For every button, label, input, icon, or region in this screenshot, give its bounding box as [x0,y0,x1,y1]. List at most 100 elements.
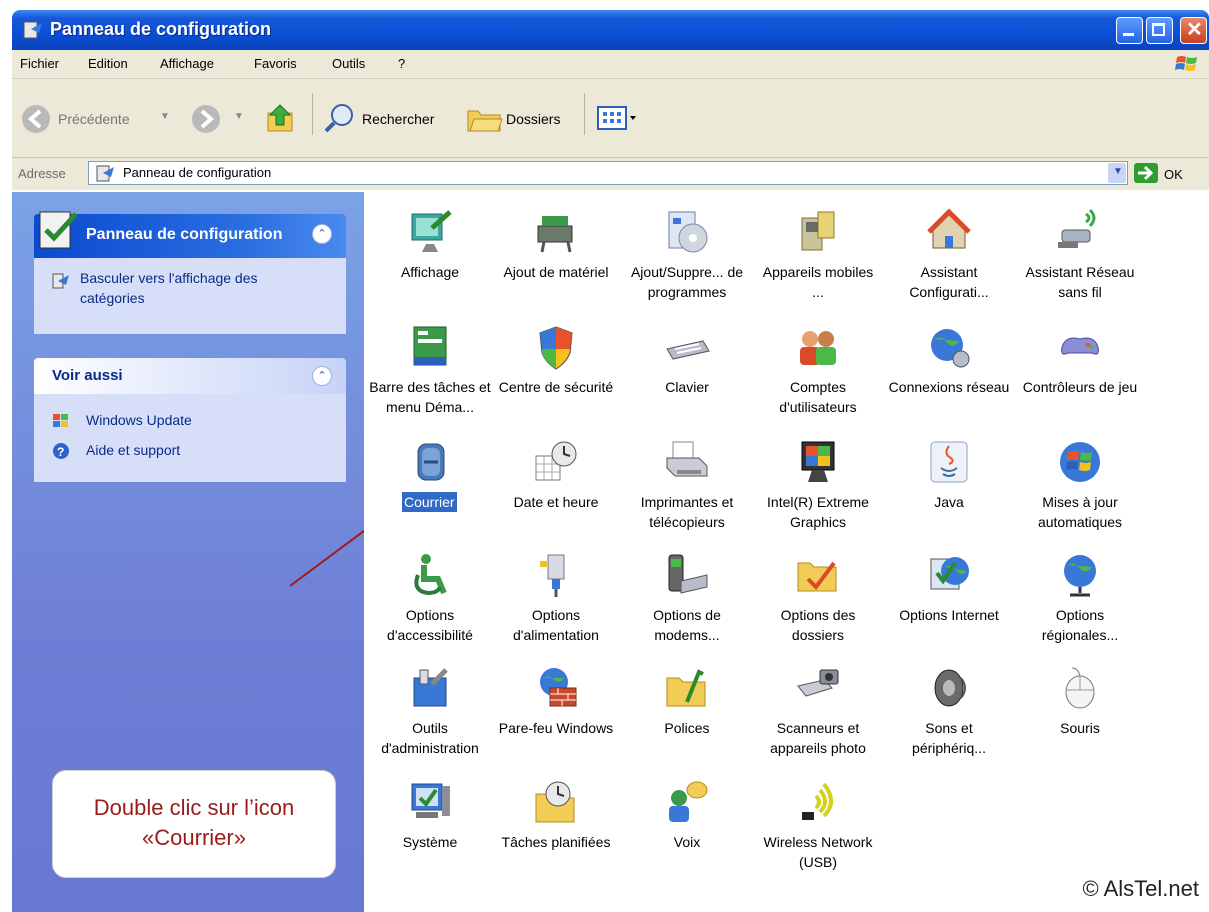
control-panel-item-label: Barre des tâches et menu Déma... [369,379,491,415]
control-panel-item[interactable]: Connexions réseau [887,315,1011,427]
address-field[interactable]: Panneau de configuration ▼ [88,161,1128,185]
forward-dropdown-icon[interactable]: ▼ [234,111,244,122]
date-time-icon [532,438,580,486]
keyboard-icon [663,323,711,371]
control-panel-item[interactable]: Assistant Configurati... [887,200,1011,312]
windows-flag-icon [1173,53,1201,75]
control-panel-item[interactable]: Intel(R) Extreme Graphics [756,430,880,542]
control-panel-item[interactable]: Sons et périphériq... [887,656,1011,768]
power-plug-icon [532,551,580,599]
search-button[interactable]: Rechercher [362,111,434,127]
add-hardware-icon [532,208,580,256]
control-panel-item[interactable]: Appareils mobiles ... [756,200,880,312]
collapse-button[interactable]: ⌃ [312,366,332,386]
address-dropdown-button[interactable]: ▼ [1108,163,1126,183]
control-panel-item-label: Contrôleurs de jeu [1022,379,1138,395]
control-panel-item[interactable]: Wireless Network (USB) [756,770,880,882]
views-icon[interactable] [596,103,640,133]
control-panel-item-label: Imprimantes et télécopieurs [640,494,734,530]
add-remove-programs-icon [663,208,711,256]
back-button[interactable]: Précédente [58,111,130,127]
wireless-wizard-icon [1056,208,1104,256]
folders-button[interactable]: Dossiers [506,111,560,127]
menu-help[interactable]: ? [398,56,405,71]
scheduled-tasks-icon [532,778,580,826]
control-panel-item[interactable]: Scanneurs et appareils photo [756,656,880,768]
chevron-down-icon: ▼ [1113,166,1123,177]
windows-update-small-icon [52,412,70,430]
switch-category-view-link[interactable]: Basculer vers l'affichage des catégories [80,268,320,308]
control-panel-icon [22,19,44,41]
explorer-window: Panneau de configuration ✕ Fichier Editi… [12,10,1209,912]
control-panel-item[interactable]: Mises à jour automatiques [1018,430,1142,542]
control-panel-item[interactable]: Options des dossiers [756,543,880,655]
panel-title: Panneau de configuration [86,226,283,243]
control-panel-item-label: Assistant Configurati... [909,264,989,300]
control-panel-item[interactable]: Contrôleurs de jeu [1018,315,1142,427]
mail-icon [406,438,454,486]
control-panel-item[interactable]: Clavier [625,315,749,427]
printer-icon [663,438,711,486]
task-pane: Panneau de configuration ⌃ Basculer vers… [12,192,364,912]
control-panel-item[interactable]: Ajout/Suppre... de programmes [625,200,749,312]
control-panel-item[interactable]: Options de modems... [625,543,749,655]
control-panel-item[interactable]: Java [887,430,1011,542]
search-icon[interactable] [322,101,356,135]
control-panel-item[interactable]: Imprimantes et télécopieurs [625,430,749,542]
menu-view[interactable]: Affichage [160,56,214,71]
folders-icon[interactable] [464,101,504,135]
maximize-button[interactable] [1146,17,1173,44]
go-button[interactable]: OK [1164,167,1183,182]
menu-tools[interactable]: Outils [332,56,365,71]
control-panel-item-label: Comptes d'utilisateurs [779,379,857,415]
speaker-icon [925,664,973,712]
control-panel-item[interactable]: Tâches planifiées [494,770,618,882]
control-panel-item[interactable]: Assistant Réseau sans fil [1018,200,1142,312]
speech-icon [663,778,711,826]
minimize-button[interactable] [1116,17,1143,44]
control-panel-item-label: Voix [673,834,701,850]
back-dropdown-icon[interactable]: ▼ [160,111,170,122]
close-button[interactable]: ✕ [1180,17,1207,44]
folder-options-icon [794,551,842,599]
menu-file[interactable]: Fichier [20,56,59,71]
control-panel-item[interactable]: Outils d'administration [368,656,492,768]
control-panel-item[interactable]: Système [368,770,492,882]
control-panel-item-label: Options de modems... [653,607,721,643]
title-bar[interactable]: Panneau de configuration ✕ [12,10,1209,50]
control-panel-item[interactable]: Pare-feu Windows [494,656,618,768]
windows-update-link[interactable]: Windows Update [86,410,192,430]
see-also-header[interactable]: Voir aussi ⌃ [34,358,346,394]
control-panel-item[interactable]: Souris [1018,656,1142,768]
back-arrow-icon[interactable] [20,103,52,135]
window-title: Panneau de configuration [50,19,272,39]
control-panel-item[interactable]: Affichage [368,200,492,312]
control-panel-item[interactable]: Comptes d'utilisateurs [756,315,880,427]
security-shield-icon [532,323,580,371]
menu-favorites[interactable]: Favoris [254,56,297,71]
menu-edit[interactable]: Edition [88,56,128,71]
collapse-button[interactable]: ⌃ [312,224,332,244]
control-panel-item[interactable]: Voix [625,770,749,882]
control-panel-item[interactable]: Options régionales... [1018,543,1142,655]
control-panel-item[interactable]: Barre des tâches et menu Déma... [368,315,492,427]
control-panel-item[interactable]: Ajout de matériel [494,200,618,312]
control-panel-item[interactable]: Polices [625,656,749,768]
control-panel-box-header[interactable]: Panneau de configuration ⌃ [34,211,346,258]
control-panel-item-label: Clavier [665,379,709,395]
control-panel-item[interactable]: Options d'alimentation [494,543,618,655]
up-folder-icon[interactable] [264,101,298,135]
help-support-link[interactable]: Aide et support [86,440,180,460]
forward-arrow-icon[interactable] [190,103,222,135]
control-panel-item[interactable]: Centre de sécurité [494,315,618,427]
control-panel-item-label: Date et heure [513,494,599,510]
svg-text:?: ? [57,445,64,459]
control-panel-item-label: Centre de sécurité [498,379,614,395]
go-arrow-icon[interactable] [1134,163,1158,183]
control-panel-item[interactable]: Options d'accessibilité [368,543,492,655]
display-icon [406,208,454,256]
control-panel-item[interactable]: Date et heure [494,430,618,542]
control-panel-item[interactable]: Options Internet [887,543,1011,655]
control-panel-item-label: Options Internet [899,607,999,623]
control-panel-item[interactable]: Courrier [368,430,492,542]
